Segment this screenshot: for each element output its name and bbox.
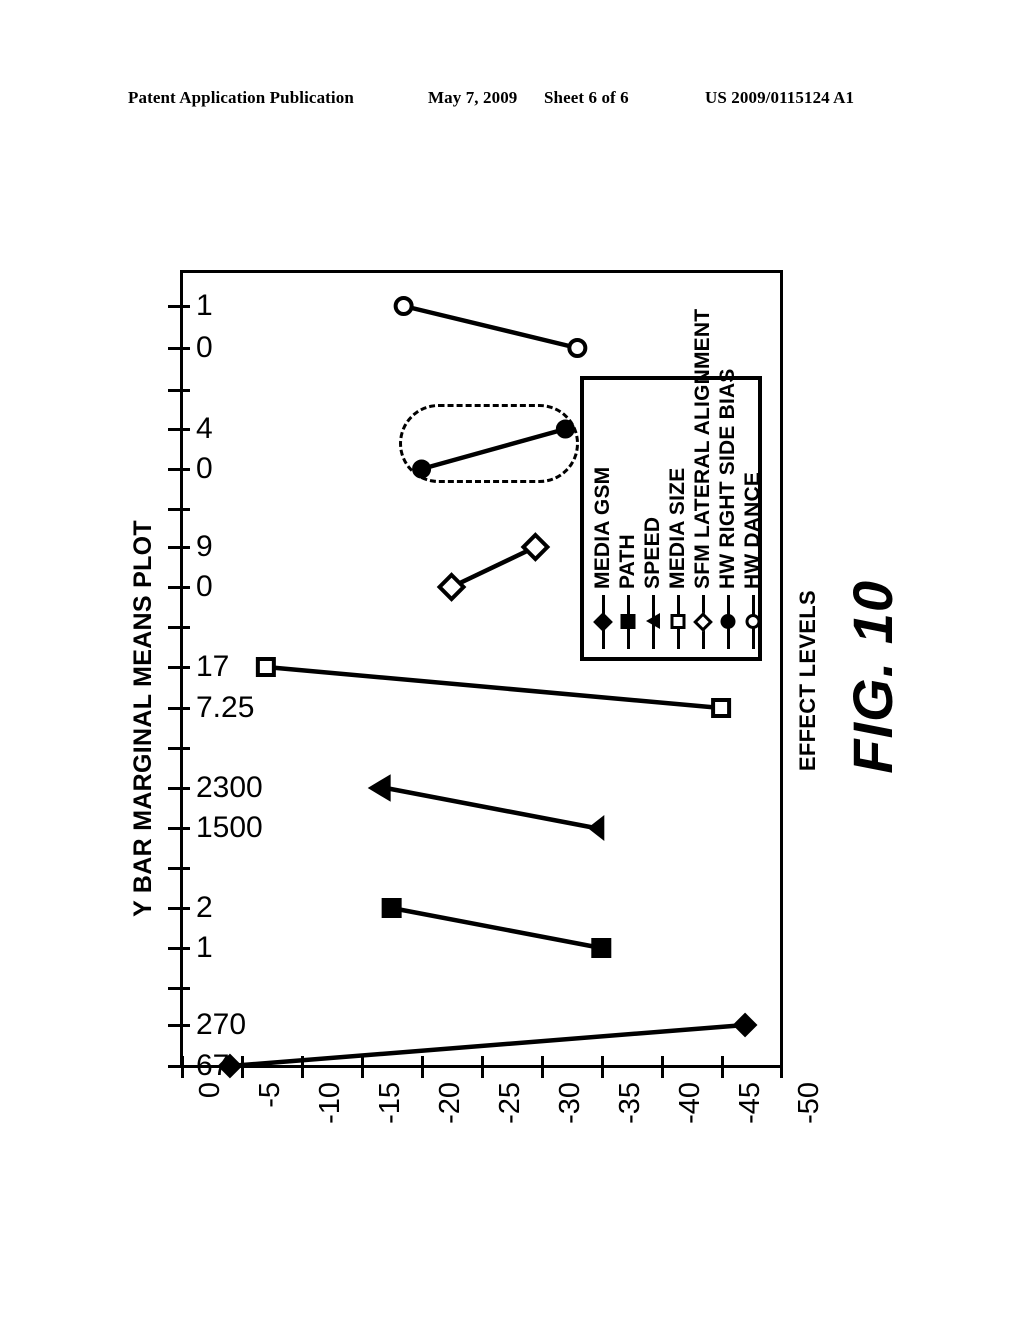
x-axis-tick-label: -30 — [554, 1082, 586, 1124]
x-axis-tick — [721, 1056, 724, 1078]
y-axis-title: Y BAR MARGINAL MEANS PLOT — [129, 520, 157, 917]
x-axis-tick-label: -45 — [734, 1082, 766, 1124]
legend-item: HW RIGHT SIDE BIAS — [715, 368, 741, 651]
y-axis-tick-label: 1500 — [196, 811, 263, 844]
figure-label: FIG. 10 — [841, 580, 904, 774]
y-axis-tick-label: 17 — [196, 650, 230, 683]
y-axis-tick — [168, 1024, 190, 1027]
legend-marker-open-circle-icon — [745, 614, 761, 629]
figure-10: 1 0 4 0 9 0 17 7.25 2300 1500 2 1 270 67 0 -5 -10 -15 -20… — [0, 0, 1024, 1320]
y-axis-tick-label: 2300 — [196, 771, 263, 804]
y-axis-tick — [168, 707, 190, 710]
legend-item-label: MEDIA SIZE — [666, 467, 689, 589]
x-axis-tick — [241, 1056, 244, 1078]
y-axis-tick-label: 0 — [196, 452, 213, 485]
x-axis-tick — [421, 1056, 424, 1078]
y-axis-tick — [168, 389, 190, 392]
x-axis-tick — [301, 1056, 304, 1078]
x-axis-tick — [481, 1056, 484, 1078]
x-axis-tick-label: -35 — [614, 1082, 646, 1124]
x-axis-tick — [181, 1056, 184, 1078]
y-axis-tick-label: 270 — [196, 1008, 247, 1041]
legend-item: HW DANCE — [740, 379, 766, 651]
y-axis-tick-label: 2 — [196, 891, 213, 924]
y-axis-tick — [168, 907, 190, 910]
y-axis-tick-label: 9 — [196, 530, 213, 563]
x-axis-tick-label: -20 — [434, 1082, 466, 1124]
x-axis-tick-label: -25 — [494, 1082, 526, 1124]
y-axis-tick-label: 1 — [196, 931, 213, 964]
x-axis-tick — [361, 1056, 364, 1078]
y-axis-tick-label: 7.25 — [196, 691, 255, 724]
x-axis-tick-label: -15 — [374, 1082, 406, 1124]
x-axis-tick-label: -5 — [254, 1082, 286, 1108]
legend-marker-open-diamond-icon — [693, 612, 713, 632]
y-axis-tick-label: 67 — [196, 1049, 230, 1082]
legend-marker-filled-triangle-icon — [646, 613, 660, 629]
legend-item: SFM LATERAL ALIGNMENT — [690, 309, 716, 651]
legend-item: MEDIA SIZE — [665, 379, 691, 651]
y-axis-tick — [168, 666, 190, 669]
legend-item-label: PATH — [616, 534, 639, 589]
legend: MEDIA GSM PATH SPEED MEDIA SIZE SFM LATERAL … — [580, 309, 764, 661]
y-axis-tick — [168, 428, 190, 431]
y-axis-tick — [168, 305, 190, 308]
legend-marker-filled-square-icon — [620, 614, 636, 629]
y-axis-tick-label: 1 — [196, 289, 213, 322]
x-axis-tick — [541, 1056, 544, 1078]
y-axis-tick — [168, 827, 190, 830]
y-axis-tick — [168, 867, 190, 870]
x-axis-tick-label: -50 — [793, 1082, 825, 1124]
y-axis-tick-label: 0 — [196, 570, 213, 603]
y-axis-tick — [168, 787, 190, 790]
legend-item-label: MEDIA GSM — [591, 466, 614, 589]
x-axis-tick-label: -10 — [314, 1082, 346, 1124]
highlight-annotation-box — [399, 404, 579, 483]
legend-item: PATH — [615, 379, 641, 651]
legend-item-label: HW RIGHT SIDE BIAS — [716, 368, 739, 589]
y-axis-tick — [168, 747, 190, 750]
y-axis-tick — [168, 1065, 190, 1068]
y-axis-tick — [168, 947, 190, 950]
x-axis-title: EFFECT LEVELS — [795, 590, 820, 772]
x-axis-tick — [661, 1056, 664, 1078]
y-axis-tick — [168, 347, 190, 350]
y-axis-tick — [168, 586, 190, 589]
y-axis-tick — [168, 987, 190, 990]
legend-item-label: HW DANCE — [741, 471, 764, 589]
legend-marker-open-square-icon — [670, 614, 686, 629]
x-axis-tick-label: -40 — [674, 1082, 706, 1124]
legend-marker-filled-diamond-icon — [593, 612, 613, 632]
legend-item-label: SPEED — [641, 516, 664, 589]
y-axis-tick — [168, 546, 190, 549]
x-axis-tick — [601, 1056, 604, 1078]
y-axis-tick — [168, 468, 190, 471]
legend-item: MEDIA GSM — [590, 379, 616, 651]
x-axis-tick-label: 0 — [194, 1082, 226, 1099]
legend-item-label: SFM LATERAL ALIGNMENT — [691, 308, 714, 589]
x-axis-tick — [780, 1056, 783, 1078]
legend-item: SPEED — [640, 379, 666, 651]
y-axis-tick-label: 0 — [196, 331, 213, 364]
legend-marker-filled-circle-icon — [720, 614, 736, 629]
y-axis-tick — [168, 626, 190, 629]
y-axis-tick — [168, 508, 190, 511]
y-axis-tick-label: 4 — [196, 412, 213, 445]
